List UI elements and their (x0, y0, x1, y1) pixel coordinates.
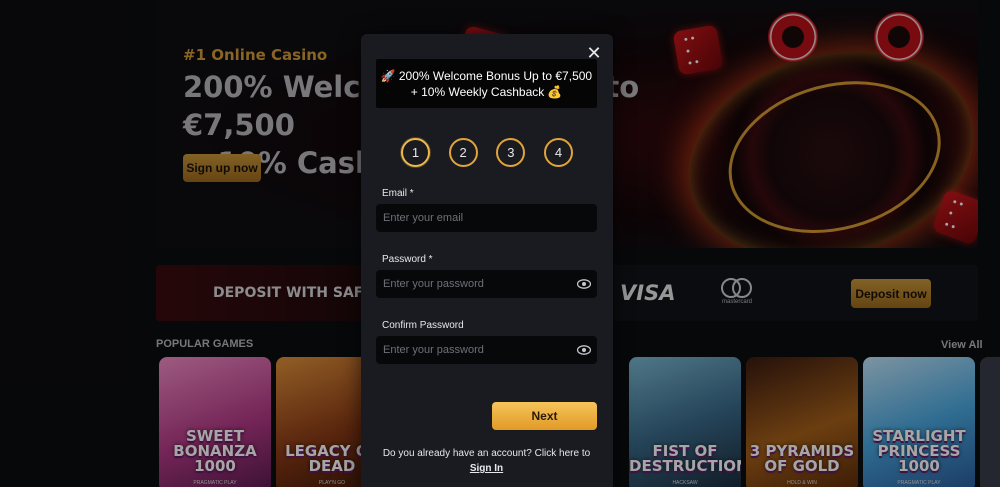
password-field[interactable]: Enter your password (376, 270, 597, 298)
promo-line2: + 10% Weekly Cashback (410, 84, 545, 99)
next-button[interactable]: Next (492, 402, 597, 430)
money-bag-icon: 💰 (547, 84, 563, 99)
step-1[interactable]: 1 (401, 138, 430, 167)
password-label: Password * (382, 254, 433, 265)
eye-icon[interactable] (577, 278, 591, 290)
email-label: Email * (382, 188, 414, 199)
signin-link[interactable]: Sign In (376, 461, 597, 476)
confirm-password-label: Confirm Password (382, 320, 464, 331)
signup-modal: ✕ 🚀 200% Welcome Bonus Up to €7,500 + 10… (361, 34, 613, 487)
step-4[interactable]: 4 (543, 138, 573, 167)
email-field[interactable]: Enter your email (376, 204, 597, 232)
step-2[interactable]: 2 (448, 138, 478, 167)
email-placeholder: Enter your email (383, 212, 464, 224)
rocket-icon: 🚀 (380, 68, 396, 83)
confirm-password-placeholder: Enter your password (383, 344, 484, 356)
confirm-password-field[interactable]: Enter your password (376, 336, 597, 364)
signin-prompt: Do you already have an account? Click he… (376, 446, 597, 476)
signin-prompt-text: Do you already have an account? Click he… (382, 448, 591, 459)
promo-line1: 200% Welcome Bonus Up to €7,500 (398, 68, 593, 83)
promo-box: 🚀 200% Welcome Bonus Up to €7,500 + 10% … (376, 59, 597, 108)
step-3[interactable]: 3 (496, 138, 526, 167)
step-indicator: 1 2 3 4 (401, 138, 573, 168)
eye-icon[interactable] (577, 344, 591, 356)
password-placeholder: Enter your password (383, 278, 484, 290)
